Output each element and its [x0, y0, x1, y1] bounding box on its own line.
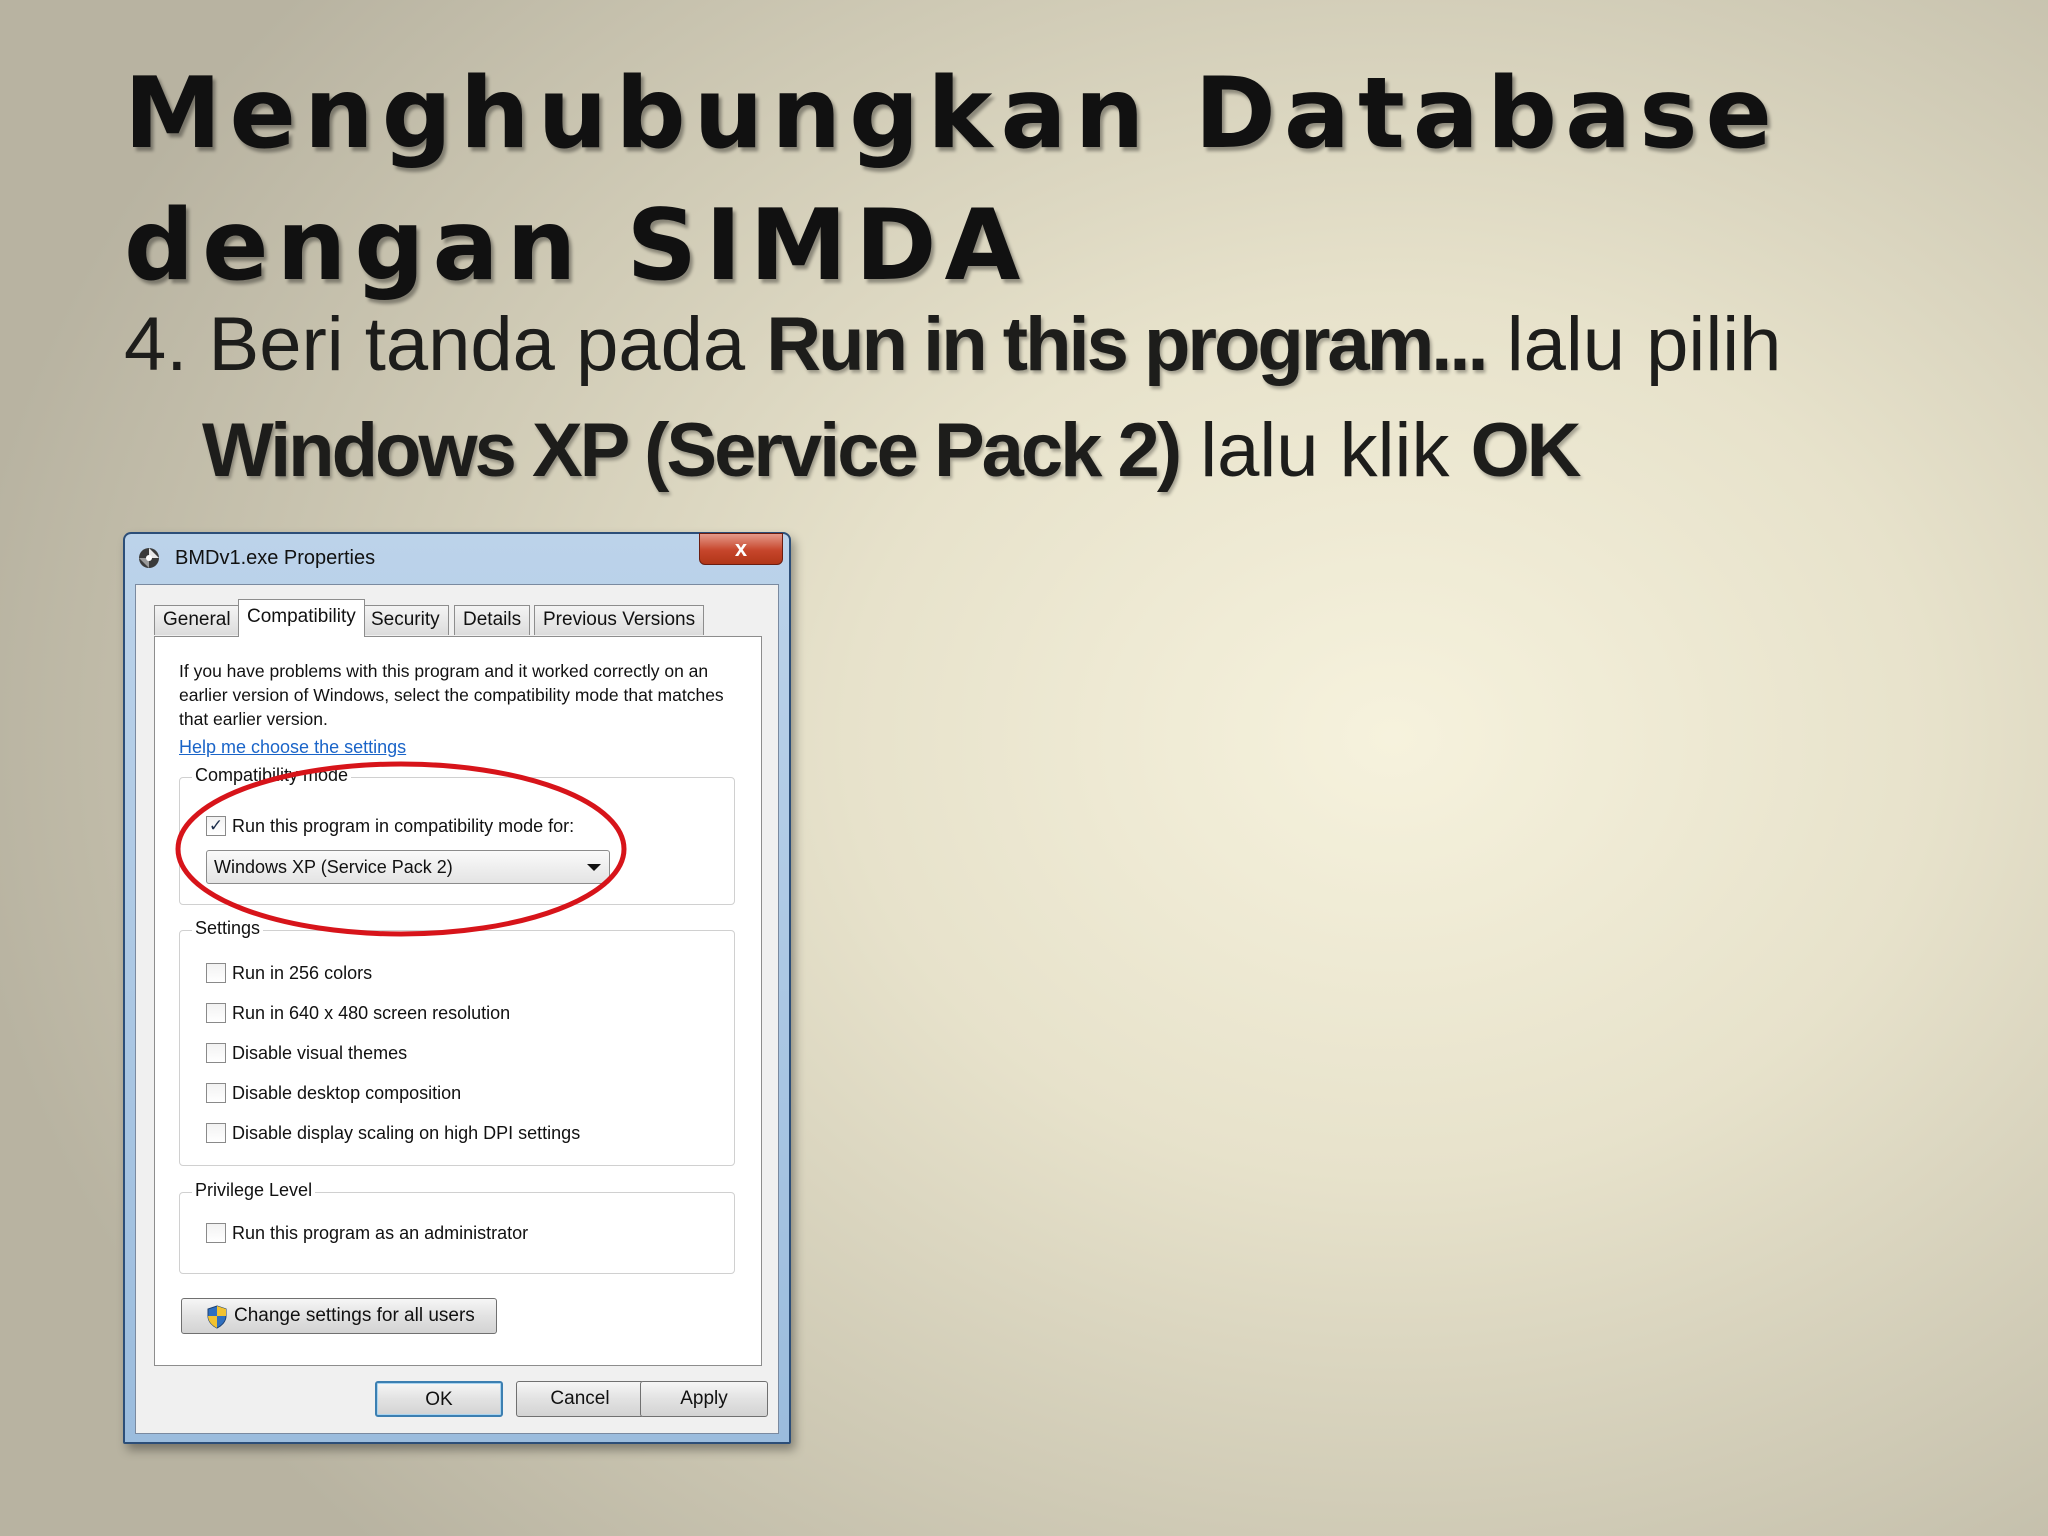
setting-640x480[interactable]: Run in 640 x 480 screen resolution: [206, 1001, 510, 1025]
compatibility-mode-group: Compatibility mode ✓ Run this program in…: [179, 765, 735, 905]
tab-general[interactable]: General: [154, 605, 240, 635]
setting-disable-desktop-composition[interactable]: Disable desktop composition: [206, 1081, 461, 1105]
compatibility-checkbox[interactable]: ✓: [206, 816, 226, 836]
slide-title-line1: Menghubungkan Database: [124, 57, 1781, 171]
instruction-part1: 4. Beri tanda pada: [124, 302, 767, 387]
compatibility-checkbox-label: Run this program in compatibility mode f…: [232, 815, 575, 836]
change-settings-button[interactable]: Change settings for all users: [181, 1298, 497, 1334]
close-icon: x: [734, 536, 748, 561]
instruction-bold-ok: OK: [1470, 408, 1582, 493]
compatibility-mode-label: Compatibility mode: [192, 765, 352, 786]
compatibility-mode-checkbox-row[interactable]: ✓ Run this program in compatibility mode…: [206, 814, 574, 838]
os-dropdown[interactable]: Windows XP (Service Pack 2): [206, 850, 610, 884]
settings-label: Settings: [192, 918, 264, 939]
settings-group: Settings Run in 256 colors Run in 640 x …: [179, 918, 735, 1166]
instruction-bold-windows: Windows XP (Service Pack 2): [202, 408, 1182, 493]
instruction-line2: Windows XP (Service Pack 2) lalu klik OK: [124, 398, 1984, 504]
setting-disable-desktop-composition-label: Disable desktop composition: [232, 1082, 462, 1103]
ok-button[interactable]: OK: [375, 1381, 503, 1417]
properties-dialog: BMDv1.exe Properties x General Compatibi…: [123, 532, 791, 1444]
os-dropdown-value: Windows XP (Service Pack 2): [214, 857, 453, 877]
privilege-admin-label: Run this program as an administrator: [232, 1222, 529, 1243]
privilege-label: Privilege Level: [192, 1180, 316, 1201]
dialog-title: BMDv1.exe Properties: [175, 547, 376, 569]
dialog-titlebar[interactable]: BMDv1.exe Properties x: [125, 533, 789, 582]
setting-disable-dpi-scaling-label: Disable display scaling on high DPI sett…: [232, 1122, 581, 1143]
setting-disable-visual-themes-label: Disable visual themes: [232, 1042, 408, 1063]
cancel-button[interactable]: Cancel: [516, 1381, 644, 1417]
privilege-group: Privilege Level Run this program as an a…: [179, 1180, 735, 1274]
setting-640x480-label: Run in 640 x 480 screen resolution: [232, 1002, 511, 1023]
tab-previous-versions[interactable]: Previous Versions: [534, 605, 705, 635]
setting-256-colors-checkbox[interactable]: [206, 963, 226, 983]
dialog-client: General Compatibility Security Details P…: [135, 584, 779, 1434]
tab-security[interactable]: Security: [362, 605, 449, 635]
tab-panel: If you have problems with this program a…: [154, 636, 762, 1366]
setting-disable-visual-themes-checkbox[interactable]: [206, 1043, 226, 1063]
chevron-down-icon: [587, 864, 601, 871]
privilege-admin-checkbox[interactable]: [206, 1223, 226, 1243]
setting-disable-visual-themes[interactable]: Disable visual themes: [206, 1041, 407, 1065]
shield-icon: [206, 1305, 228, 1329]
setting-disable-desktop-composition-checkbox[interactable]: [206, 1083, 226, 1103]
setting-640x480-checkbox[interactable]: [206, 1003, 226, 1023]
apply-button[interactable]: Apply: [640, 1381, 768, 1417]
privilege-admin-row[interactable]: Run this program as an administrator: [206, 1221, 528, 1245]
tab-compatibility[interactable]: Compatibility: [238, 599, 365, 637]
setting-disable-dpi-scaling-checkbox[interactable]: [206, 1123, 226, 1143]
instruction-part3: lalu klik: [1179, 408, 1471, 493]
instruction-bold-run: Run in this program...: [766, 302, 1488, 387]
slide-title: Menghubungkan Database dengan SIMDA: [124, 48, 1824, 312]
instruction-text: 4. Beri tanda pada Run in this program..…: [124, 292, 1984, 504]
tab-details[interactable]: Details: [454, 605, 531, 635]
setting-256-colors-label: Run in 256 colors: [232, 962, 373, 983]
setting-256-colors[interactable]: Run in 256 colors: [206, 961, 372, 985]
help-link[interactable]: Help me choose the settings: [179, 737, 406, 758]
setting-disable-dpi-scaling[interactable]: Disable display scaling on high DPI sett…: [206, 1121, 580, 1145]
instruction-part2: lalu pilih: [1485, 302, 1782, 387]
change-settings-label: Change settings for all users: [234, 1305, 475, 1326]
description-text: If you have problems with this program a…: [179, 661, 724, 729]
close-button[interactable]: x: [699, 533, 783, 565]
app-icon: [137, 546, 161, 570]
